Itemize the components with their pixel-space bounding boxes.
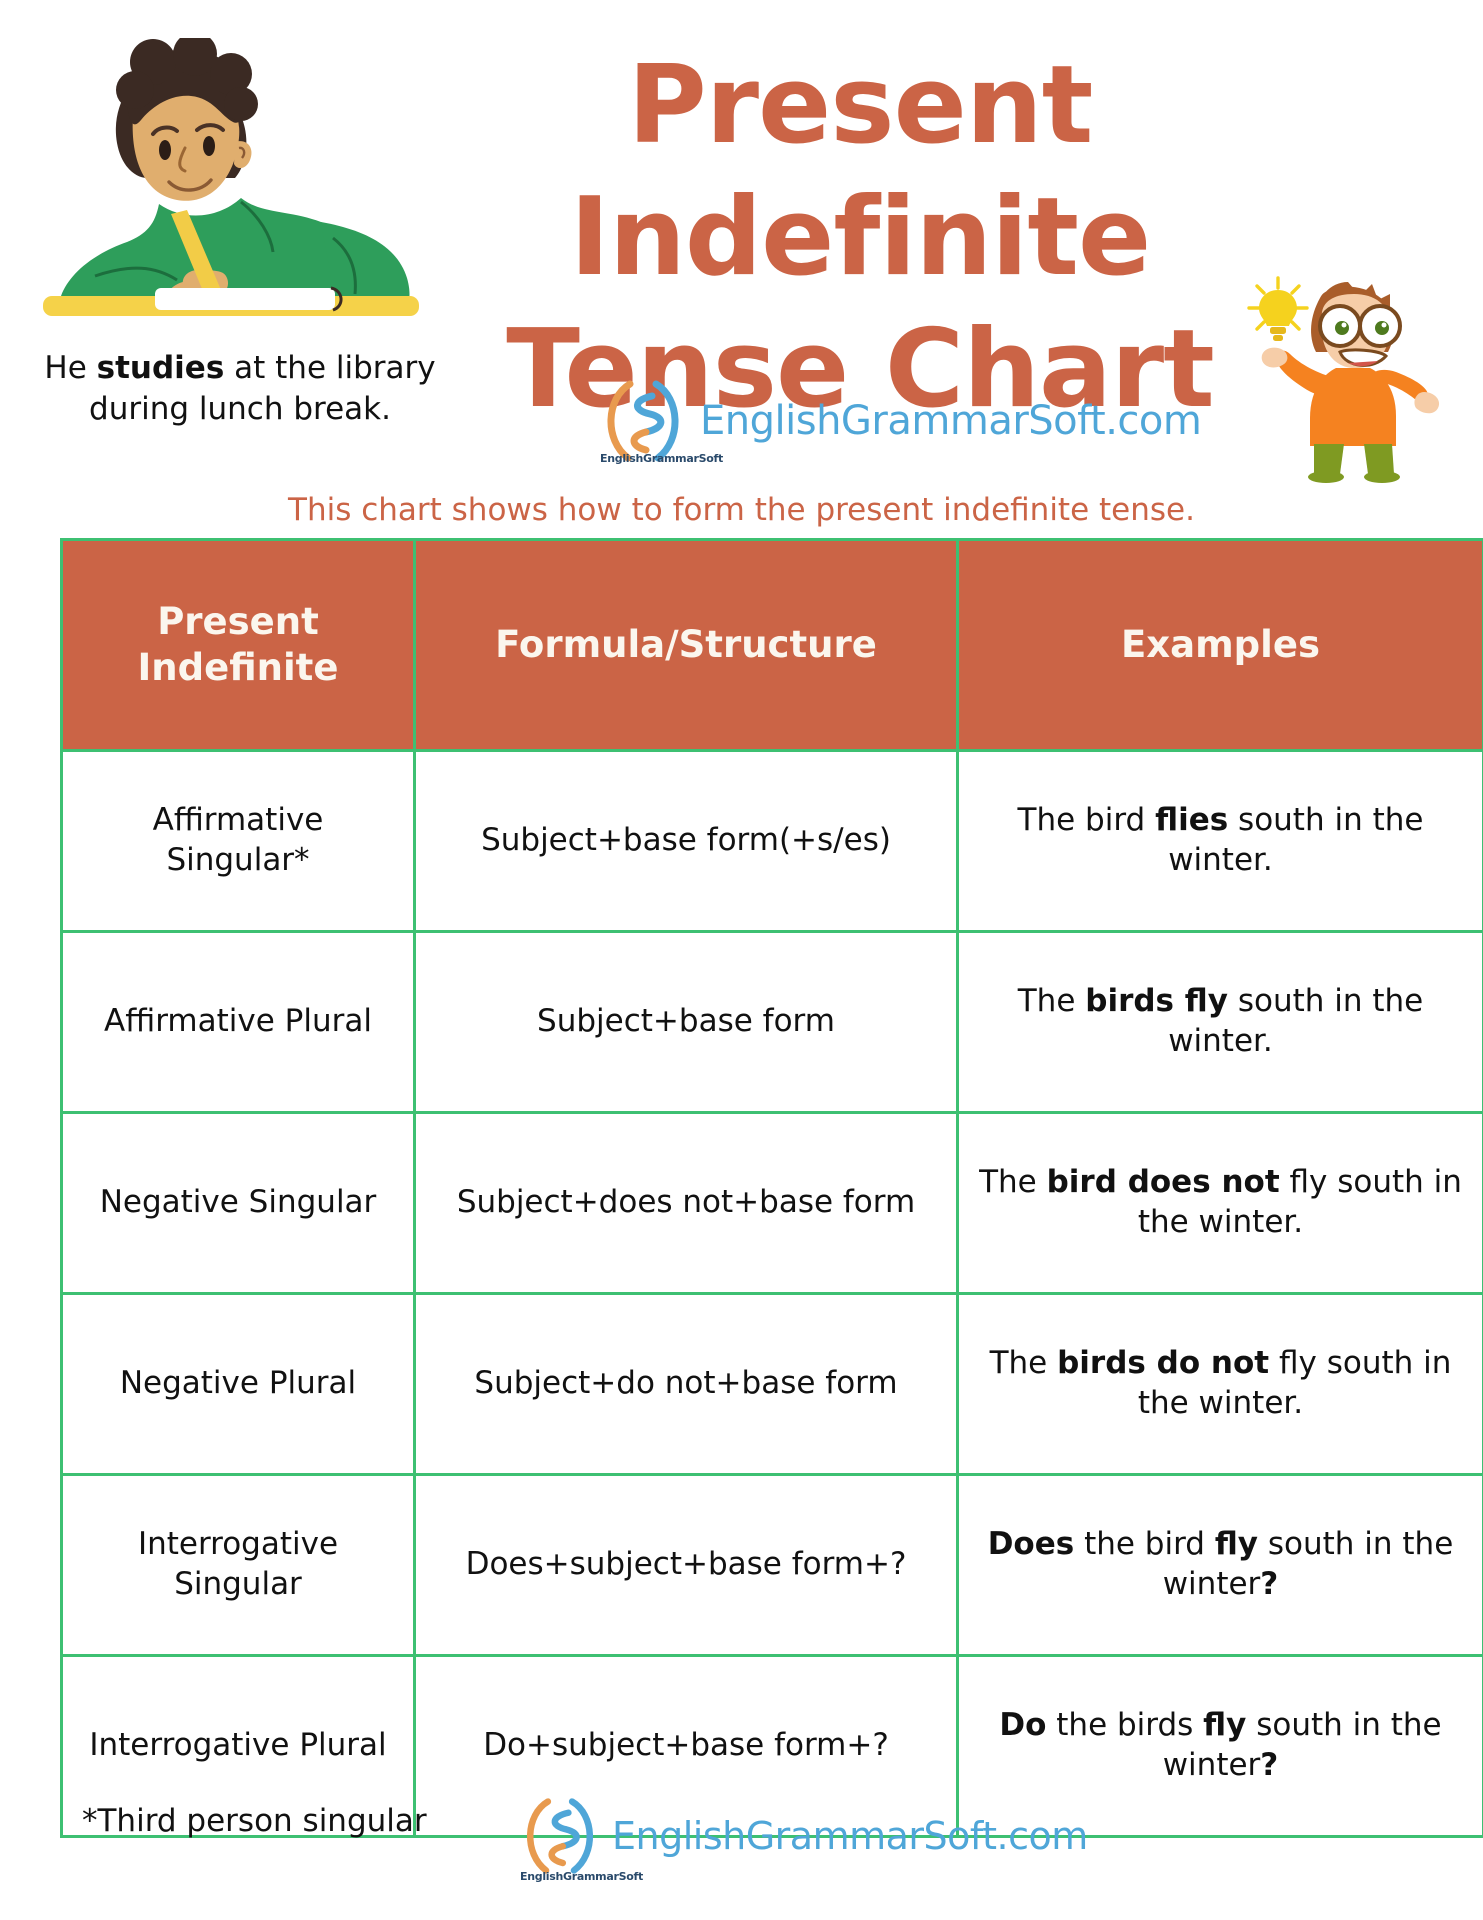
example-text-part: The xyxy=(1017,983,1086,1020)
cell-example: The birds fly south in the winter. xyxy=(956,930,1483,1114)
title-line-1: Present Indefinite xyxy=(569,43,1151,300)
example-bold-part: bird does not xyxy=(1046,1164,1280,1201)
brand-logo-footer[interactable]: EnglishGrammarSoft EnglishGrammarSoft.co… xyxy=(520,1796,1088,1883)
brand-logo-header[interactable]: EnglishGrammarSoft EnglishGrammarSoft.co… xyxy=(600,378,1202,465)
cell-tense-type: Interrogative Singular xyxy=(60,1473,416,1657)
logo-wordmark-small-footer: EnglishGrammarSoft xyxy=(520,1870,643,1883)
example-bold-part: fly xyxy=(1203,1707,1247,1744)
cell-example: The bird does not fly south in the winte… xyxy=(956,1111,1483,1295)
cell-formula: Subject+base form(+s/es) xyxy=(413,749,959,933)
example-bold-part: birds fly xyxy=(1085,983,1228,1020)
example-text-part: The xyxy=(989,1345,1058,1382)
example-bold-part: Does xyxy=(987,1526,1075,1563)
cell-tense-type: Affirmative Singular* xyxy=(60,749,416,933)
table-header-row: Present Indefinite Formula/Structure Exa… xyxy=(60,538,1483,752)
header: Present Indefinite Tense Chart He studie… xyxy=(0,0,1483,528)
table-row: Affirmative Singular* Subject+base form(+… xyxy=(60,749,1483,933)
cell-tense-type: Affirmative Plural xyxy=(60,930,416,1114)
brand-name-text: EnglishGrammarSoft.com xyxy=(700,398,1202,444)
column-header-formula: Formula/Structure xyxy=(413,538,959,752)
example-text-part: The xyxy=(979,1164,1047,1201)
example-text-part: the birds xyxy=(1046,1707,1204,1744)
cell-tense-type: Negative Singular xyxy=(60,1111,416,1295)
brand-name-text-footer: EnglishGrammarSoft.com xyxy=(612,1814,1088,1858)
cell-formula: Subject+base form xyxy=(413,930,959,1114)
example-bold-part: birds do not xyxy=(1057,1345,1270,1382)
cell-formula: Subject+does not+base form xyxy=(413,1111,959,1295)
boy-with-idea-illustration xyxy=(1261,282,1440,483)
example-bold-part: flies xyxy=(1155,802,1229,839)
column-header-type: Present Indefinite xyxy=(60,538,416,752)
table-row: Affirmative Plural Subject+base form The b… xyxy=(60,930,1483,1114)
footnote-third-person: *Third person singular xyxy=(82,1803,427,1839)
cell-formula: Does+subject+base form+? xyxy=(413,1473,959,1657)
example-caption: He studies at the library during lunch b… xyxy=(20,348,460,430)
example-text-part: The bird xyxy=(1017,802,1156,839)
example-bold-part: fly xyxy=(1214,1526,1259,1563)
dna-helix-logo-icon: EnglishGrammarSoft xyxy=(600,378,723,465)
table-row: Interrogative Singular Does+subject+base … xyxy=(60,1473,1483,1657)
chart-subtitle: This chart shows how to form the present… xyxy=(288,492,1195,528)
example-bold-part: ? xyxy=(1260,1747,1279,1783)
table-row: Negative Singular Subject+does not+base f… xyxy=(60,1111,1483,1295)
logo-wordmark-small: EnglishGrammarSoft xyxy=(600,452,723,465)
caption-bold-word: studies xyxy=(96,350,225,386)
poster-root: Present Indefinite Tense Chart He studie… xyxy=(0,0,1483,1920)
cell-tense-type: Negative Plural xyxy=(60,1292,416,1476)
table-body: Affirmative Singular* Subject+base form(+… xyxy=(60,749,1483,1838)
example-text-part: the bird xyxy=(1074,1526,1215,1563)
example-bold-part: ? xyxy=(1260,1566,1279,1602)
cell-formula: Subject+do not+base form xyxy=(413,1292,959,1476)
tense-table-wrapper: Present Indefinite Formula/Structure Exa… xyxy=(60,538,1483,1838)
page-title: Present Indefinite Tense Chart xyxy=(330,40,1390,435)
cell-example: The birds do not fly south in the winter… xyxy=(956,1292,1483,1476)
cell-example: Does the bird fly south in the winter? xyxy=(956,1473,1483,1657)
table-row: Negative Plural Subject+do not+base form T… xyxy=(60,1292,1483,1476)
caption-pre: He xyxy=(44,350,97,386)
dna-helix-logo-icon-footer: EnglishGrammarSoft xyxy=(520,1796,643,1883)
cell-example: The bird flies south in the winter. xyxy=(956,749,1483,933)
column-header-examples: Examples xyxy=(956,538,1483,752)
present-indefinite-tense-table: Present Indefinite Formula/Structure Exa… xyxy=(60,538,1483,1838)
example-bold-part: Do xyxy=(999,1707,1047,1744)
